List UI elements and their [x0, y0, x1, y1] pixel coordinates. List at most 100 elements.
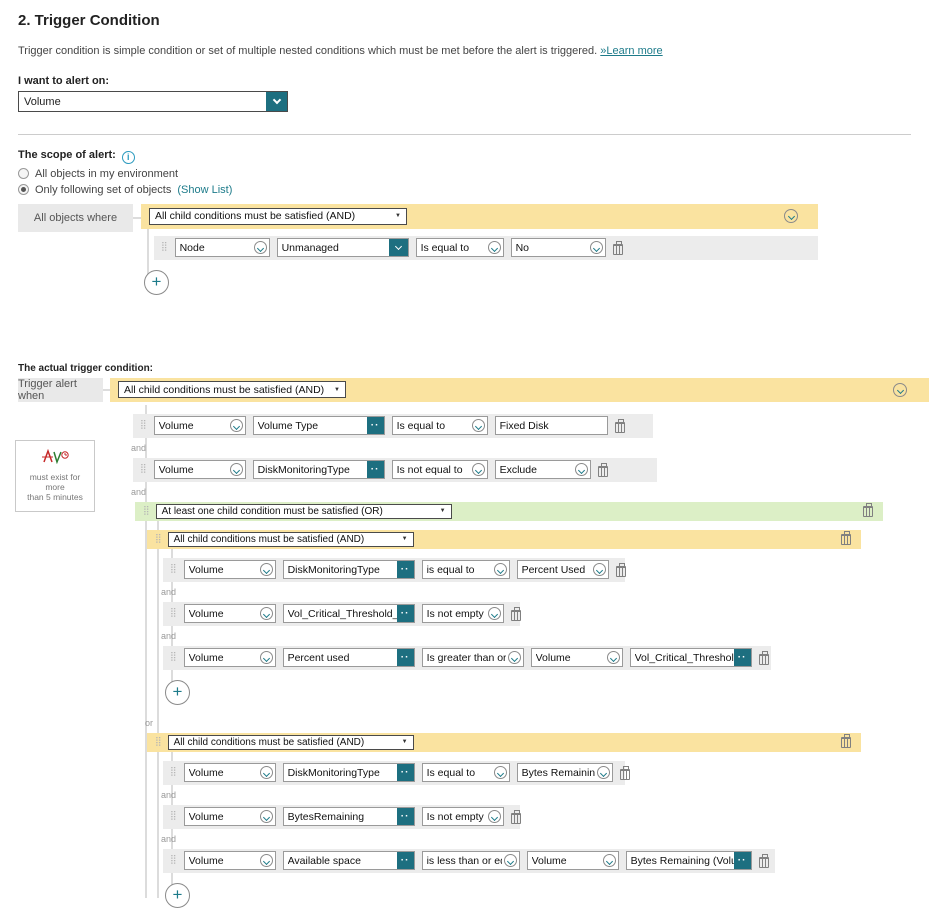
delete-group-icon[interactable] — [841, 530, 851, 545]
field-picker[interactable]: Available space ·· — [282, 851, 415, 870]
drag-handle-icon[interactable]: ⣿ — [170, 565, 177, 574]
delete-condition-icon[interactable] — [758, 650, 769, 665]
drag-handle-icon[interactable]: ⣿ — [140, 421, 147, 430]
drag-handle-icon[interactable]: ⣿ — [170, 856, 177, 865]
object-select[interactable]: Volume — [183, 763, 276, 782]
delete-condition-icon[interactable] — [612, 240, 623, 255]
field-select[interactable]: Node — [174, 238, 270, 257]
operator-select[interactable]: Is equal to — [415, 238, 504, 257]
value-select[interactable]: No — [510, 238, 606, 257]
chevron-down-icon — [259, 563, 273, 576]
drag-handle-icon[interactable]: ⣿ — [155, 534, 162, 544]
operator-select[interactable]: Is greater than or equal to — [421, 648, 524, 667]
sustained-condition-icon — [41, 448, 69, 464]
chevron-down-icon — [259, 651, 273, 664]
chevron-down-icon — [253, 241, 267, 254]
browse-field-icon[interactable]: ·· — [396, 649, 414, 666]
alert-on-select[interactable]: Volume — [18, 91, 288, 112]
drag-handle-icon[interactable]: ⣿ — [170, 768, 177, 777]
object-select[interactable]: Volume — [153, 460, 246, 479]
scope-operator-select[interactable]: All child conditions must be satisfied (… — [149, 207, 407, 225]
browse-field-icon[interactable]: ·· — [733, 649, 751, 666]
operator-select[interactable]: is less than or equal to — [421, 851, 520, 870]
object-select[interactable]: Volume — [183, 560, 276, 579]
drag-handle-icon[interactable]: ⣿ — [170, 609, 177, 618]
scope-condition-row: ⣿ Node Unmanaged Is equal to No — [154, 235, 818, 260]
field-picker[interactable]: Vol_Critical_Threshold_Trigger·· — [282, 604, 415, 623]
condition-row: ⣿ Volume Volume Type ·· Is equal to Fixed… — [133, 413, 653, 438]
value-select[interactable]: Bytes Remaining — [516, 763, 613, 782]
browse-field-icon[interactable]: ·· — [366, 461, 384, 478]
operator-select[interactable]: Is not empty — [421, 807, 504, 826]
operator-select[interactable]: Is not equal to — [391, 460, 488, 479]
condition-row: ⣿ Volume DiskMonitoringType ·· Is not equ… — [133, 457, 657, 482]
collapse-group-icon[interactable] — [893, 382, 907, 397]
and-operator-select[interactable]: All child conditions must be satisfied (… — [167, 531, 414, 547]
add-condition-button[interactable]: + — [144, 269, 169, 295]
delete-condition-icon[interactable] — [619, 765, 630, 780]
and-operator-select[interactable]: All child conditions must be satisfied (… — [167, 734, 414, 750]
trigger-operator-select[interactable]: All child conditions must be satisfied (… — [118, 381, 346, 398]
operator-select[interactable]: Is equal to — [421, 763, 510, 782]
or-operator-select[interactable]: At least one child condition must be sat… — [155, 503, 452, 519]
operator-select[interactable]: Is equal to — [391, 416, 488, 435]
delete-condition-icon[interactable] — [614, 418, 625, 433]
delete-condition-icon[interactable] — [510, 606, 521, 621]
browse-field-icon[interactable]: ·· — [396, 808, 414, 825]
drag-handle-icon[interactable]: ⣿ — [170, 653, 177, 662]
radio-selected-icon[interactable] — [18, 184, 29, 195]
learn-more-link[interactable]: »Learn more — [600, 45, 662, 57]
compare-field-picker[interactable]: Bytes Remaining (Volumes Custo·· — [625, 851, 752, 870]
trigger-condition-tree: ⣿ Volume Volume Type ·· Is equal to Fixed… — [131, 404, 929, 908]
field-picker[interactable]: DiskMonitoringType ·· — [282, 763, 415, 782]
drag-handle-icon[interactable]: ⣿ — [143, 506, 150, 516]
drag-handle-icon[interactable]: ⣿ — [155, 737, 162, 747]
value-input[interactable]: Fixed Disk — [494, 416, 608, 435]
browse-field-icon[interactable]: ·· — [396, 764, 414, 781]
chevron-down-icon — [589, 241, 603, 254]
field-picker[interactable]: Volume Type ·· — [252, 416, 385, 435]
value-select[interactable]: Percent Used — [516, 560, 609, 579]
delete-condition-icon[interactable] — [758, 853, 769, 868]
compare-field-picker[interactable]: Vol_Critical_Threshold_Trigger (1·· — [629, 648, 752, 667]
object-select[interactable]: Volume — [183, 604, 276, 623]
compare-object-select[interactable]: Volume — [530, 648, 623, 667]
drag-handle-icon[interactable]: ⣿ — [161, 243, 168, 252]
collapse-group-icon[interactable] — [784, 209, 798, 223]
field-picker[interactable]: BytesRemaining ·· — [282, 807, 415, 826]
browse-field-icon[interactable]: ·· — [366, 417, 384, 434]
add-condition-button[interactable]: + — [165, 882, 190, 908]
field-select[interactable]: Unmanaged — [276, 238, 409, 257]
field-picker[interactable]: DiskMonitoringType ·· — [252, 460, 385, 479]
operator-select[interactable]: Is not empty — [421, 604, 504, 623]
radio-only-set[interactable]: Only following set of objects (Show List… — [18, 184, 929, 196]
add-condition-button[interactable]: + — [165, 679, 190, 705]
delete-condition-icon[interactable] — [615, 562, 626, 577]
info-icon[interactable]: i — [121, 150, 135, 164]
delete-group-icon[interactable] — [841, 733, 851, 748]
object-select[interactable]: Volume — [153, 416, 246, 435]
drag-handle-icon[interactable]: ⣿ — [170, 812, 177, 821]
field-picker[interactable]: DiskMonitoringType ·· — [282, 560, 415, 579]
browse-field-icon[interactable]: ·· — [396, 561, 414, 578]
browse-field-icon[interactable]: ·· — [396, 852, 414, 869]
object-select[interactable]: Volume — [183, 807, 276, 826]
browse-field-icon[interactable]: ·· — [733, 852, 751, 869]
delete-condition-icon[interactable] — [597, 462, 608, 477]
drag-handle-icon[interactable]: ⣿ — [140, 465, 147, 474]
radio-icon[interactable] — [18, 168, 29, 179]
chevron-down-icon — [503, 854, 517, 867]
radio-all-objects[interactable]: All objects in my environment — [18, 168, 929, 180]
value-select[interactable]: Exclude — [494, 460, 591, 479]
show-list-link[interactable]: (Show List) — [177, 184, 232, 196]
object-select[interactable]: Volume — [183, 851, 276, 870]
chevron-down-icon[interactable] — [266, 92, 287, 111]
operator-select[interactable]: is equal to — [421, 560, 510, 579]
delete-group-icon[interactable] — [863, 502, 873, 517]
delete-condition-icon[interactable] — [510, 809, 521, 824]
browse-field-icon[interactable]: ·· — [396, 605, 414, 622]
field-picker[interactable]: Percent used ·· — [282, 648, 415, 667]
compare-object-select[interactable]: Volume — [526, 851, 619, 870]
object-select[interactable]: Volume — [183, 648, 276, 667]
sustain-condition-box[interactable]: must exist for more than 5 minutes — [15, 439, 95, 512]
